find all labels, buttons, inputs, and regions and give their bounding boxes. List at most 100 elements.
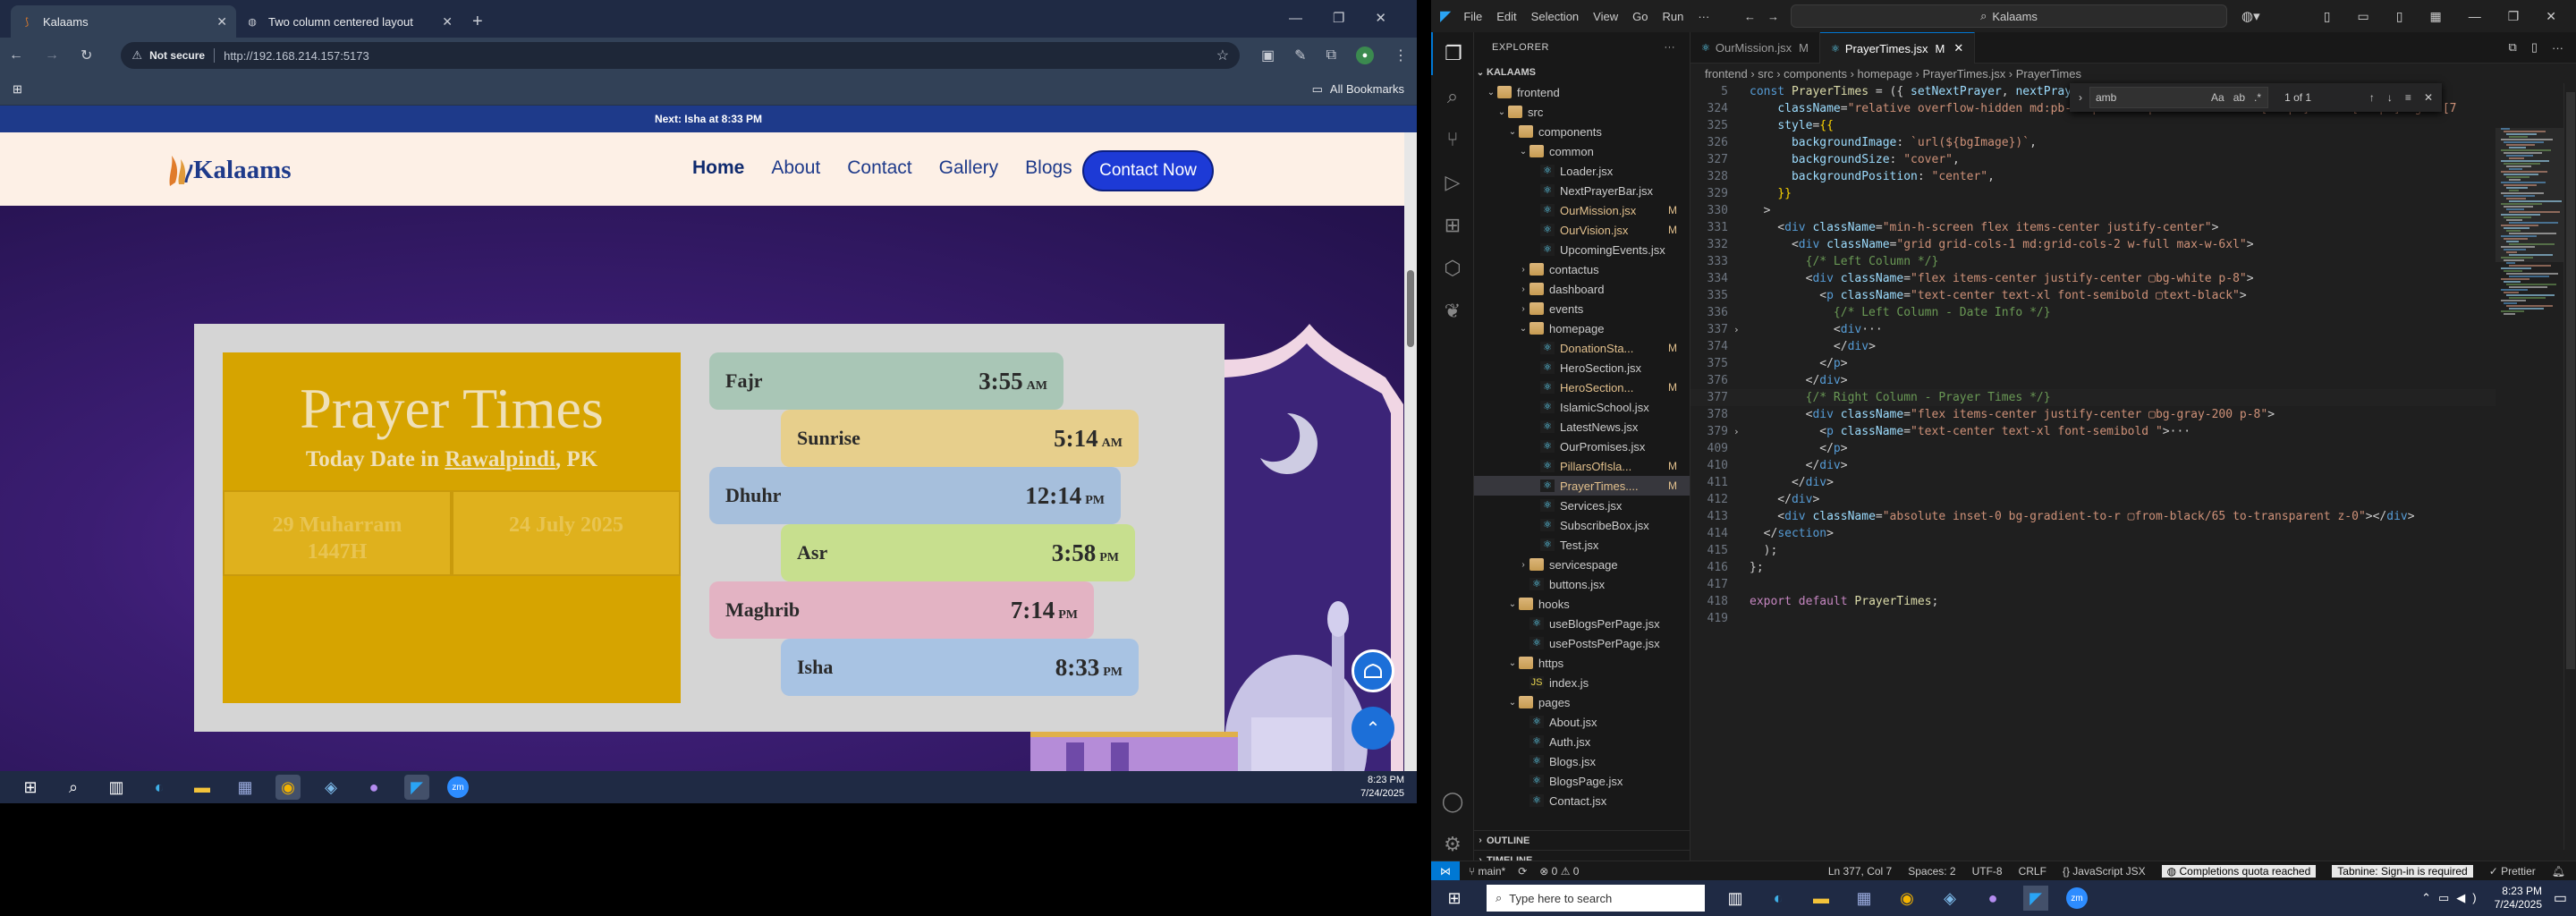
taskbar-search[interactable]: ⌕ Type here to search [1487, 885, 1705, 912]
contact-now-button[interactable]: Contact Now [1082, 150, 1214, 191]
close-window-icon[interactable]: ✕ [2546, 9, 2556, 24]
tray-icons[interactable]: ⌃▭◀) [2421, 891, 2484, 905]
tree-file[interactable]: ⚛ Test.jsx [1474, 535, 1690, 555]
close-icon[interactable]: ✕ [2424, 91, 2433, 104]
mongodb-icon[interactable]: ❦ [1431, 290, 1474, 333]
minimap[interactable] [2496, 83, 2563, 850]
city-link[interactable]: Rawalpindi [445, 447, 555, 471]
tree-file[interactable]: ⚛ IslamicSchool.jsx [1474, 397, 1690, 417]
tree-file[interactable]: ⚛ Blogs.jsx [1474, 751, 1690, 771]
menu-view[interactable]: View [1593, 10, 1618, 23]
tree-file[interactable]: ⚛ PrayerTimes.... M [1474, 476, 1690, 496]
file-explorer-icon[interactable]: ▬ [1809, 886, 1834, 911]
code-line[interactable]: 419 [1690, 610, 2496, 627]
task-view-icon[interactable]: ▥ [1723, 886, 1748, 911]
tree-file[interactable]: ⚛ Contact.jsx [1474, 791, 1690, 810]
breadcrumb[interactable]: frontend › src › components › homepage ›… [1690, 64, 2576, 83]
explorer-icon[interactable]: ❐ [1431, 32, 1474, 75]
tree-file[interactable]: ⚛ About.jsx [1474, 712, 1690, 732]
all-bookmarks[interactable]: ▭ All Bookmarks [1312, 82, 1404, 97]
chrome-icon[interactable]: ◉ [1894, 886, 1919, 911]
gear-icon[interactable]: ⚙ [1431, 823, 1474, 866]
tree-file[interactable]: ⚛ usePostsPerPage.jsx [1474, 633, 1690, 653]
nav-about[interactable]: About [771, 157, 820, 179]
code-line[interactable]: 336 {/* Left Column - Date Info */} [1690, 304, 2496, 321]
taskbar-clock[interactable]: 8:23 PM 7/24/2025 [1360, 774, 1404, 801]
maximize-icon[interactable]: ❐ [2508, 9, 2520, 24]
remote-icon[interactable]: ⋈ [1431, 861, 1460, 881]
vscode-icon[interactable]: ◤ [404, 775, 429, 800]
cursor-position[interactable]: Ln 377, Col 7 [1828, 865, 1892, 878]
chevron-right-icon[interactable]: › [2079, 91, 2082, 104]
copilot-icon[interactable]: ◍▾ [2241, 8, 2260, 24]
find-in-selection-icon[interactable]: ≡ [2405, 91, 2411, 104]
nav-home[interactable]: Home [692, 157, 744, 179]
code-line[interactable]: 410 </div> [1690, 457, 2496, 474]
site-logo[interactable]: Kalaams [165, 152, 292, 188]
apps-grid-icon[interactable]: ⊞ [13, 82, 22, 97]
github-desktop-icon[interactable]: ● [1980, 886, 2005, 911]
pen-icon[interactable]: ✎ [1294, 47, 1306, 64]
code-line[interactable]: 413 <div className="absolute inset-0 bg-… [1690, 508, 2496, 525]
code-line[interactable]: 377 {/* Right Column - Prayer Times */} [1690, 389, 2496, 406]
copilot-status[interactable]: ◍ Completions quota reached [2161, 864, 2317, 878]
prayer-widget-button[interactable] [1352, 649, 1394, 692]
tab-ourmission[interactable]: ⚛ OurMission.jsx M [1690, 32, 1820, 64]
tree-file[interactable]: ⚛ OurVision.jsx M [1474, 220, 1690, 240]
line-endings[interactable]: CRLF [2019, 865, 2046, 878]
tree-folder[interactable]: › events [1474, 299, 1690, 318]
url-text[interactable]: http://192.168.214.157:5173 [224, 49, 369, 63]
bell-icon[interactable]: 🔔︎ [2552, 865, 2565, 878]
code-line[interactable]: 411 </div> [1690, 474, 2496, 491]
file-explorer-icon[interactable]: ▬ [190, 775, 215, 800]
extension-icon[interactable]: ▣ [1261, 47, 1275, 64]
tree-file[interactable]: ⚛ NextPrayerBar.jsx [1474, 181, 1690, 200]
code-line[interactable]: 375 </p> [1690, 355, 2496, 372]
tree-file[interactable]: ⚛ buttons.jsx [1474, 574, 1690, 594]
edge-icon[interactable]: ◐ [147, 775, 172, 800]
nav-contact[interactable]: Contact [847, 157, 911, 179]
tab-kalaams[interactable]: ⟆ Kalaams ✕ [11, 5, 236, 38]
app-icon[interactable]: ◈ [318, 775, 343, 800]
search-icon[interactable]: ⌕ [61, 775, 86, 800]
fold-chevron-icon[interactable]: › [1733, 423, 1740, 440]
code-line[interactable]: 417 [1690, 576, 2496, 593]
scroll-to-top-button[interactable]: ⌃ [1352, 707, 1394, 750]
more-actions-icon[interactable]: ··· [1665, 42, 1676, 53]
code-line[interactable]: 335 <p className="text-center text-xl fo… [1690, 287, 2496, 304]
back-icon[interactable]: ← [9, 47, 23, 64]
tree-file[interactable]: JS index.js [1474, 673, 1690, 692]
zoom-icon[interactable]: zm [2066, 887, 2088, 909]
chrome-icon[interactable]: ◉ [275, 775, 301, 800]
tree-folder[interactable]: ⌄ pages [1474, 692, 1690, 712]
bookmark-star-icon[interactable]: ☆ [1216, 47, 1229, 64]
close-tab-icon[interactable]: ✕ [216, 14, 227, 30]
tab-two-column[interactable]: ◍ Two column centered layout ✕ [236, 5, 462, 38]
tree-file[interactable]: ⚛ DonationSta... M [1474, 338, 1690, 358]
code-line[interactable]: 374 </div> [1690, 338, 2496, 355]
code-line[interactable]: 326 backgroundImage: `url(${bgImage})`, [1690, 134, 2496, 151]
code-line[interactable]: 378 <div className="flex items-center ju… [1690, 406, 2496, 423]
tree-file[interactable]: ⚛ Loader.jsx [1474, 161, 1690, 181]
match-case-icon[interactable]: Aa [2211, 91, 2224, 104]
tree-file[interactable]: ⚛ SubscribeBox.jsx [1474, 515, 1690, 535]
task-view-icon[interactable]: ▥ [104, 775, 129, 800]
run-debug-icon[interactable]: ▷ [1431, 161, 1474, 204]
nav-blogs[interactable]: Blogs [1025, 157, 1072, 179]
tree-folder[interactable]: › servicespage [1474, 555, 1690, 574]
new-tab-icon[interactable]: + [472, 12, 483, 32]
tree-folder[interactable]: ⌄ https [1474, 653, 1690, 673]
minimize-icon[interactable]: — [2469, 9, 2481, 23]
open-changes-icon[interactable]: ▯ [2531, 40, 2538, 55]
search-icon[interactable]: ⌕ [1431, 75, 1474, 118]
github-desktop-icon[interactable]: ● [361, 775, 386, 800]
more-actions-icon[interactable]: ··· [2552, 41, 2563, 55]
code-line[interactable]: 330 > [1690, 202, 2496, 219]
code-line[interactable]: 409 </p> [1690, 440, 2496, 457]
arrow-down-icon[interactable]: ↓ [2387, 91, 2393, 104]
prettier-status[interactable]: ✓ Prettier [2489, 865, 2536, 878]
code-line[interactable]: 415 ); [1690, 542, 2496, 559]
indentation[interactable]: Spaces: 2 [1908, 865, 1955, 878]
encoding[interactable]: UTF-8 [1972, 865, 2003, 878]
windows-start-icon[interactable]: ⊞ [18, 775, 43, 800]
